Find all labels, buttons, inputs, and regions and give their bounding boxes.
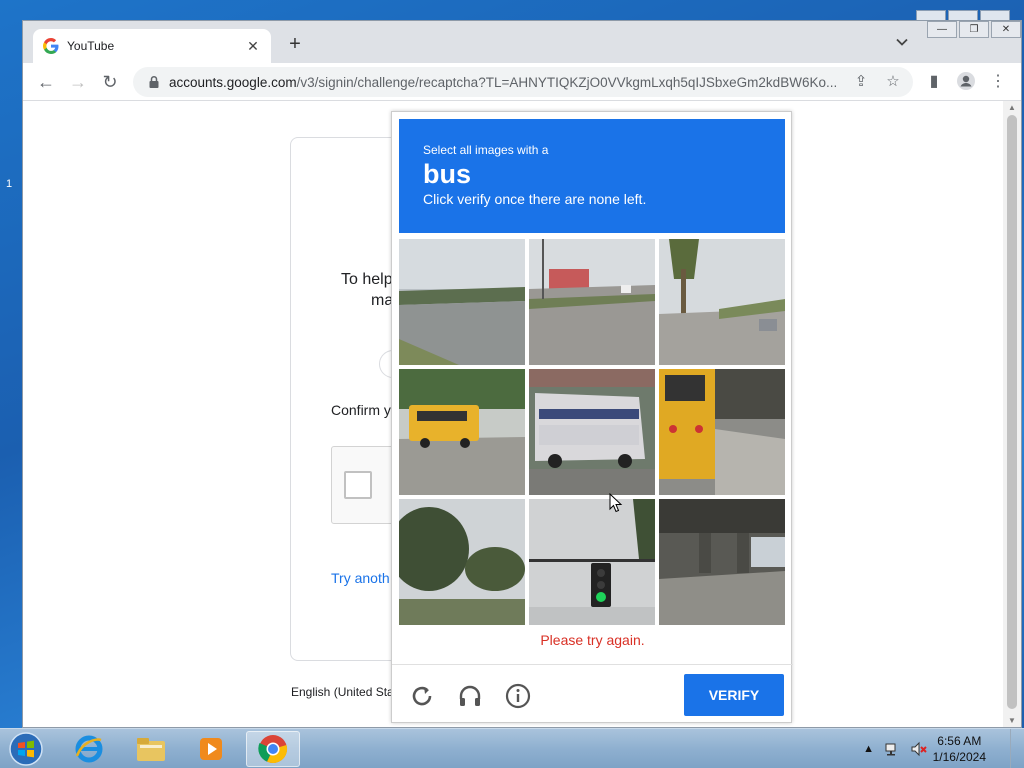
taskbar: ▲ 6:56 AM 1/16/2024	[0, 728, 1024, 768]
chrome-taskbar-icon[interactable]	[246, 731, 300, 767]
internet-explorer-icon[interactable]	[62, 731, 116, 767]
tab-search-chevron-icon[interactable]	[895, 35, 909, 54]
menu-kebab-icon[interactable]: ⋮	[987, 71, 1009, 93]
page-scrollbar[interactable]: ▲ ▼	[1003, 101, 1021, 727]
tab-title: YouTube	[67, 39, 115, 53]
verify-button[interactable]: VERIFY	[684, 674, 784, 716]
side-panel-icon[interactable]: ▮	[923, 71, 945, 93]
scroll-up-arrow-icon[interactable]: ▲	[1008, 103, 1016, 112]
google-icon	[43, 38, 59, 54]
mouse-cursor-icon	[609, 493, 623, 513]
try-another-way-link[interactable]: Try anoth	[331, 570, 390, 586]
clock-time: 6:56 AM	[937, 734, 982, 748]
tab-youtube[interactable]: YouTube ✕	[33, 29, 271, 63]
media-player-icon[interactable]	[184, 731, 238, 767]
recaptcha-challenge: Select all images with a bus Click verif…	[391, 111, 793, 724]
instruction-line-1: Select all images with a	[423, 143, 549, 157]
taskbar-clock[interactable]: 6:56 AM 1/16/2024	[933, 733, 986, 765]
profile-avatar-icon[interactable]	[955, 71, 977, 93]
share-icon[interactable]: ⇪	[851, 72, 871, 92]
browser-toolbar: ← → ↻ accounts.google.com/v3/signin/chal…	[23, 63, 1021, 101]
challenge-target: bus	[423, 159, 472, 189]
reload-challenge-icon[interactable]	[409, 683, 435, 709]
image-tile-school-bus[interactable]	[399, 369, 525, 495]
image-grid	[399, 239, 785, 625]
image-tile-city-bus[interactable]	[529, 369, 655, 495]
desktop-edge: 1	[6, 178, 13, 190]
close-window-button[interactable]: ✕	[991, 21, 1021, 38]
url-text: accounts.google.com/v3/signin/challenge/…	[169, 74, 838, 90]
volume-muted-icon[interactable]	[910, 741, 928, 757]
instruction-line-3: Click verify once there are none left.	[423, 191, 647, 207]
start-button-windows-icon[interactable]	[6, 731, 46, 767]
image-tile-trees[interactable]	[399, 499, 525, 625]
reload-icon[interactable]: ↻	[99, 71, 121, 93]
image-tile-overpass[interactable]	[659, 499, 785, 625]
info-icon[interactable]	[505, 683, 531, 709]
back-arrow-icon[interactable]: ←	[35, 71, 57, 93]
image-tile-traffic-light[interactable]	[529, 499, 655, 625]
minimize-button[interactable]: —	[927, 21, 957, 38]
window-controls: — ❐ ✕	[927, 21, 1021, 38]
image-tile-school-bus-rear[interactable]	[659, 369, 785, 495]
network-icon[interactable]	[884, 741, 900, 757]
system-tray: ▲	[863, 741, 928, 757]
scroll-down-arrow-icon[interactable]: ▼	[1008, 716, 1016, 725]
image-tile-street-scene[interactable]	[529, 239, 655, 365]
language-selector[interactable]: English (United Sta	[291, 685, 394, 699]
confirm-text: Confirm y	[331, 402, 391, 418]
tray-expand-icon[interactable]: ▲	[863, 743, 874, 755]
file-explorer-folder-icon[interactable]	[124, 731, 178, 767]
clock-date: 1/16/2024	[932, 750, 986, 764]
page-viewport: To help ma Confirm y Try anoth English (…	[23, 101, 1003, 727]
challenge-footer: VERIFY	[392, 664, 793, 724]
help-text-2: ma	[371, 292, 394, 309]
show-desktop-button[interactable]	[1010, 729, 1024, 768]
scrollbar-thumb[interactable]	[1007, 115, 1017, 709]
image-tile-palm-street-scene[interactable]	[659, 239, 785, 365]
challenge-header: Select all images with a bus Click verif…	[399, 119, 785, 233]
browser-window: YouTube ✕ + — ❐ ✕ ← → ↻ accounts.google.…	[22, 20, 1022, 728]
restore-button[interactable]: ❐	[959, 21, 989, 38]
forward-arrow-icon[interactable]: →	[67, 71, 89, 93]
lock-icon	[149, 75, 159, 88]
tab-close-icon[interactable]: ✕	[245, 38, 261, 55]
audio-challenge-headphones-icon[interactable]	[457, 683, 483, 709]
bookmark-star-icon[interactable]: ☆	[883, 72, 903, 92]
new-tab-button[interactable]: +	[285, 33, 305, 56]
image-tile-road-scene[interactable]	[399, 239, 525, 365]
error-message: Please try again.	[540, 632, 645, 648]
tab-strip: YouTube ✕ + — ❐ ✕	[23, 21, 1021, 63]
address-bar[interactable]: accounts.google.com/v3/signin/challenge/…	[133, 67, 913, 97]
recaptcha-checkbox[interactable]	[344, 471, 372, 499]
